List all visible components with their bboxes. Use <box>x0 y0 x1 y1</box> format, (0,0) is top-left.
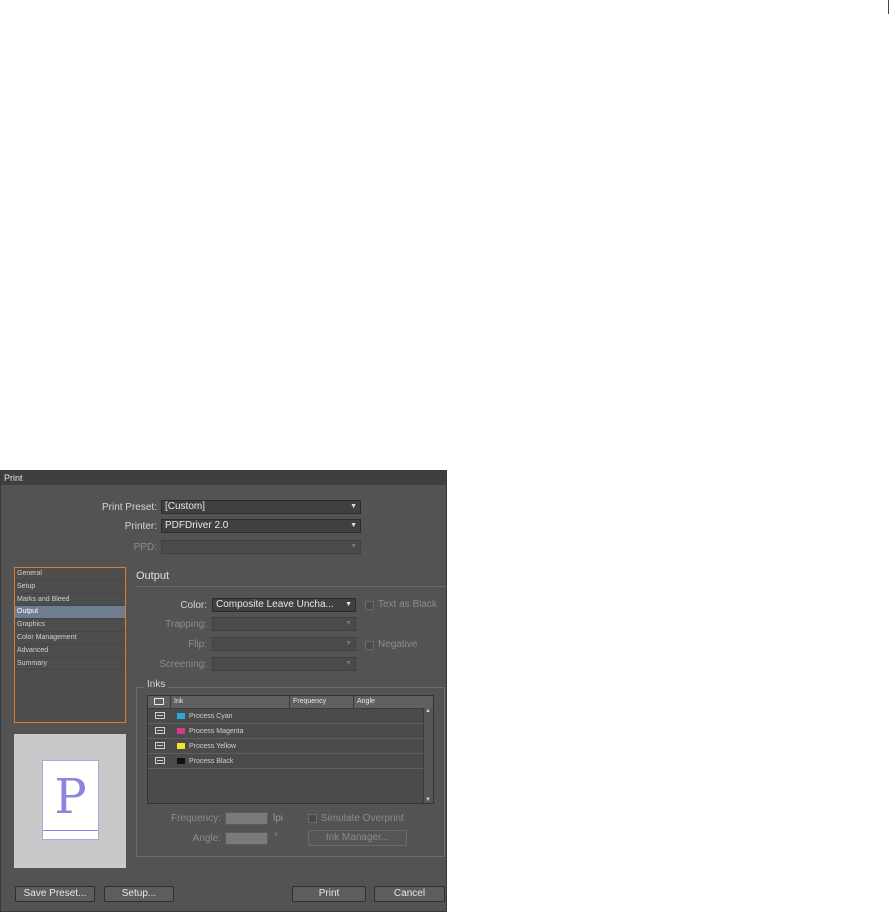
ink-column-header[interactable]: Ink <box>171 696 290 708</box>
simulate-overprint-checkbox[interactable] <box>308 814 317 823</box>
ink-row-cyan[interactable]: Process Cyan <box>148 709 425 724</box>
section-divider <box>136 586 446 587</box>
ink-row-magenta[interactable]: Process Magenta <box>148 724 425 739</box>
trapping-dropdown: ▼ <box>212 617 356 631</box>
angle-input <box>225 832 268 845</box>
ppd-dropdown: ▼ <box>161 540 361 554</box>
sidebar-item-setup[interactable]: Setup <box>15 581 125 594</box>
sidebar-item-general[interactable]: General <box>15 568 125 581</box>
ink-swatch <box>177 743 185 749</box>
printer-icon <box>154 698 164 705</box>
negative-label: Negative <box>378 639 418 650</box>
angle-unit: ° <box>274 832 278 843</box>
chevron-down-icon: ▼ <box>350 543 357 550</box>
save-preset-button[interactable]: Save Preset... <box>15 886 95 902</box>
section-title: Output <box>136 570 170 582</box>
chevron-down-icon: ▼ <box>345 601 352 608</box>
ppd-label: PPD: <box>133 542 157 553</box>
screening-dropdown: ▼ <box>212 657 356 671</box>
ink-swatch <box>177 758 185 764</box>
trapping-label: Trapping: <box>165 619 207 630</box>
cancel-button[interactable]: Cancel <box>374 886 445 902</box>
print-preset-value: [Custom] <box>165 501 206 512</box>
sidebar-item-output[interactable]: Output <box>15 606 125 620</box>
page-preview: P <box>14 734 126 868</box>
chevron-down-icon: ▼ <box>345 660 352 667</box>
sidebar-item-color-management[interactable]: Color Management <box>15 632 125 645</box>
setup-button[interactable]: Setup... <box>104 886 174 902</box>
print-button[interactable]: Print <box>292 886 366 902</box>
printer-icon[interactable] <box>155 757 165 764</box>
scroll-down-icon[interactable]: ▼ <box>425 797 431 803</box>
color-dropdown[interactable]: Composite Leave Uncha... ▼ <box>212 598 356 612</box>
chevron-down-icon: ▼ <box>345 640 352 647</box>
ink-row-yellow[interactable]: Process Yellow <box>148 739 425 754</box>
ink-name: Process Cyan <box>189 713 233 720</box>
frequency-label: Frequency: <box>170 813 221 824</box>
preview-glyph: P <box>54 769 87 825</box>
print-dialog: Print Print Preset: [Custom] ▼ Printer: … <box>0 470 447 912</box>
angle-column-header[interactable]: Angle <box>354 696 434 708</box>
sidebar-item-summary[interactable]: Summary <box>15 658 125 671</box>
printer-value: PDFDriver 2.0 <box>165 520 229 531</box>
inks-table: Ink Frequency Angle Process Cyan Process… <box>147 695 434 804</box>
chevron-down-icon: ▼ <box>350 522 357 529</box>
sidebar-item-graphics[interactable]: Graphics <box>15 619 125 632</box>
printer-icon[interactable] <box>155 712 165 719</box>
print-preset-dropdown[interactable]: [Custom] ▼ <box>161 500 361 514</box>
ink-name: Process Yellow <box>189 743 237 750</box>
printer-icon[interactable] <box>155 727 165 734</box>
ink-name: Process Black <box>189 758 234 765</box>
text-as-black-label: Text as Black <box>378 599 437 610</box>
scroll-up-icon[interactable]: ▲ <box>425 708 431 714</box>
printer-label: Printer: <box>124 521 157 532</box>
simulate-overprint-label: Simulate Overprint <box>321 813 404 824</box>
window-edge-mark <box>888 0 889 14</box>
preview-page: P <box>42 760 99 840</box>
flip-label: Flip: <box>188 639 207 650</box>
angle-label: Angle: <box>192 833 221 844</box>
ink-swatch <box>177 728 185 734</box>
screening-label: Screening: <box>159 659 207 670</box>
category-list: General Setup Marks and Bleed Output Gra… <box>14 567 126 723</box>
printer-icon[interactable] <box>155 742 165 749</box>
text-as-black-checkbox[interactable] <box>365 601 374 610</box>
chevron-down-icon: ▼ <box>350 503 357 510</box>
ink-row-black[interactable]: Process Black <box>148 754 425 769</box>
printer-dropdown[interactable]: PDFDriver 2.0 ▼ <box>161 519 361 533</box>
inks-table-header: Ink Frequency Angle <box>148 696 433 709</box>
frequency-unit: lpi <box>273 813 284 824</box>
sidebar-item-marks-and-bleed[interactable]: Marks and Bleed <box>15 594 125 607</box>
print-column-header <box>148 696 171 708</box>
color-label: Color: <box>180 600 207 611</box>
ink-swatch <box>177 713 185 719</box>
sidebar-item-advanced[interactable]: Advanced <box>15 645 125 658</box>
color-value: Composite Leave Uncha... <box>216 599 334 610</box>
negative-checkbox[interactable] <box>365 641 374 650</box>
ink-manager-button: Ink Manager... <box>308 830 407 846</box>
frequency-input <box>225 812 268 825</box>
ink-name: Process Magenta <box>189 728 244 735</box>
inks-title: Inks <box>144 679 169 690</box>
chevron-down-icon: ▼ <box>345 620 352 627</box>
preview-baseline <box>43 830 98 831</box>
frequency-column-header[interactable]: Frequency <box>290 696 354 708</box>
flip-dropdown: ▼ <box>212 637 356 651</box>
inks-scrollbar[interactable]: ▲ ▼ <box>423 708 433 803</box>
dialog-title: Print <box>1 471 446 485</box>
print-preset-label: Print Preset: <box>101 502 157 513</box>
